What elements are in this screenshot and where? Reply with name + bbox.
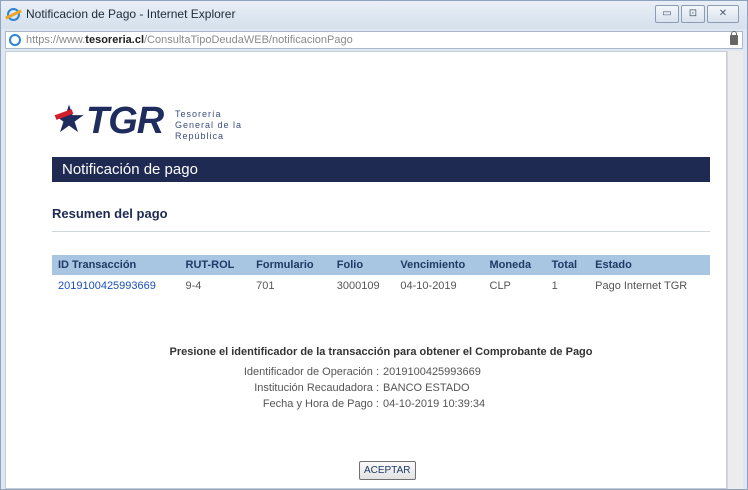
info-row: Fecha y Hora de Pago : 04-10-2019 10:39:… bbox=[52, 396, 710, 412]
logo-line-3: República bbox=[175, 131, 225, 141]
column-header: Estado bbox=[589, 255, 710, 275]
table-cell: 9-4 bbox=[185, 280, 202, 292]
column-header: Vencimiento bbox=[394, 255, 484, 275]
column-header: Moneda bbox=[483, 255, 546, 275]
column-header: Formulario bbox=[250, 255, 331, 275]
minimize-button[interactable]: ▭ bbox=[655, 5, 679, 23]
logo-subtitle: Tesorería General de la República bbox=[175, 109, 242, 142]
window-controls: ▭ ⊡ ✕ bbox=[655, 5, 739, 23]
info-heading: Presione el identificador de la transacc… bbox=[169, 346, 593, 358]
address-bar[interactable]: https://www.tesoreria.cl/ConsultaTipoDeu… bbox=[5, 31, 743, 49]
site-icon bbox=[9, 34, 21, 46]
table-header-row: ID Transacción RUT-ROL Formulario Folio … bbox=[52, 255, 710, 275]
page-banner: Notificación de pago bbox=[52, 157, 710, 182]
column-header: Folio bbox=[330, 255, 395, 275]
table-cell: 1 bbox=[551, 280, 558, 292]
table-cell: CLP bbox=[489, 280, 511, 292]
info-value: 2019100425993669 bbox=[383, 366, 481, 378]
table-cell: 3000109 bbox=[336, 280, 380, 292]
info-value: BANCO ESTADO bbox=[383, 382, 470, 394]
info-value: 04-10-2019 10:39:34 bbox=[383, 398, 486, 410]
internet-explorer-icon bbox=[7, 8, 20, 21]
window-title: Notificacion de Pago - Internet Explorer bbox=[26, 7, 236, 21]
title-bar[interactable]: Notificacion de Pago - Internet Explorer… bbox=[1, 1, 747, 29]
accept-button[interactable]: ACEPTAR bbox=[359, 461, 416, 480]
info-row: Institución Recaudadora : BANCO ESTADO bbox=[52, 380, 710, 396]
info-label: Institución Recaudadora : bbox=[254, 382, 379, 394]
divider bbox=[52, 231, 710, 232]
column-header: RUT-ROL bbox=[179, 255, 251, 275]
url-text: https://www.tesoreria.cl/ConsultaTipoDeu… bbox=[26, 34, 353, 46]
logo-line-1: Tesorería bbox=[175, 109, 222, 119]
table-cell: 04-10-2019 bbox=[400, 280, 457, 292]
info-details: Identificador de Operación : 20191004259… bbox=[52, 364, 710, 412]
table-cell: 701 bbox=[256, 280, 275, 292]
url-scheme: https://www. bbox=[26, 34, 86, 46]
info-label: Identificador de Operación : bbox=[243, 366, 379, 378]
info-label: Fecha y Hora de Pago : bbox=[262, 398, 379, 410]
url-domain: tesoreria.cl bbox=[85, 34, 144, 46]
payment-info: Presione el identificador de la transacc… bbox=[52, 346, 710, 412]
summary-title: Resumen del pago bbox=[52, 206, 168, 221]
table-cell: Pago Internet TGR bbox=[595, 280, 688, 292]
maximize-button[interactable]: ⊡ bbox=[681, 5, 705, 23]
column-header: ID Transacción bbox=[52, 255, 180, 275]
browser-window: Notificacion de Pago - Internet Explorer… bbox=[0, 0, 748, 490]
logo-mark: TGR bbox=[86, 100, 164, 142]
vertical-scrollbar[interactable] bbox=[727, 51, 743, 489]
lock-icon[interactable] bbox=[730, 31, 738, 45]
info-row: Identificador de Operación : 20191004259… bbox=[52, 364, 710, 380]
logo-line-2: General de la bbox=[175, 120, 243, 130]
transaction-id-link[interactable]: 2019100425993669 bbox=[52, 275, 180, 297]
close-button[interactable]: ✕ bbox=[707, 5, 739, 23]
payment-table: ID Transacción RUT-ROL Formulario Folio … bbox=[52, 255, 710, 297]
page-title: Notificación de pago bbox=[62, 161, 198, 178]
url-path: /ConsultaTipoDeudaWEB/notificacionPago bbox=[144, 34, 353, 46]
column-header: Total bbox=[545, 255, 590, 275]
table-row: 2019100425993669 9-4 701 3000109 04-10-2… bbox=[52, 275, 710, 297]
